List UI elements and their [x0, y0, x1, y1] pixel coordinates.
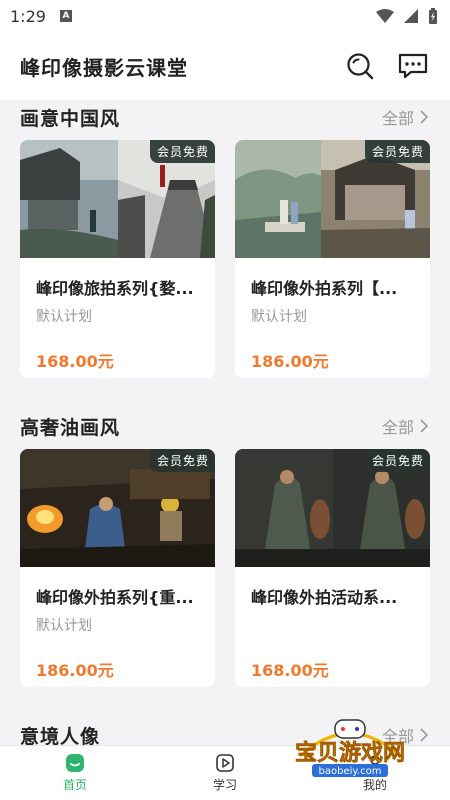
app-title: 峰印像摄影云课堂 — [20, 55, 188, 80]
section-header: 意境人像 全部 — [0, 718, 450, 745]
course-price: 186.00元 — [36, 661, 114, 680]
course-title: 峰印像外拍系列【... — [251, 279, 398, 298]
section-title: 意境人像 — [20, 725, 101, 746]
search-icon[interactable] — [346, 52, 374, 80]
see-all-link[interactable]: 全部 — [382, 414, 428, 438]
nav-home[interactable]: 首页 — [0, 746, 150, 800]
course-card[interactable]: 会员免费 峰印像外拍活动系... 168.00元 — [235, 449, 430, 687]
chevron-right-icon — [420, 728, 428, 742]
section-title: 高奢油画风 — [20, 416, 121, 439]
section-header: 高奢油画风 全部 — [0, 409, 450, 443]
section-oil-painting-style: 高奢油画风 全部 — [0, 409, 450, 443]
see-all-label: 全部 — [381, 418, 414, 437]
course-price: 168.00元 — [251, 661, 329, 680]
course-plan: 默认计划 — [251, 309, 307, 325]
course-thumbnail: 会员免费 — [235, 449, 430, 567]
nav-home-label: 首页 — [62, 778, 87, 792]
status-icons — [376, 8, 438, 24]
battery-icon — [429, 8, 437, 24]
member-free-badge: 会员免费 — [364, 140, 430, 163]
member-free-badge: 会员免费 — [364, 449, 430, 472]
chevron-right-icon — [420, 419, 428, 433]
nav-profile-label: 我的 — [362, 778, 387, 792]
nav-study-label: 学习 — [212, 778, 237, 792]
course-thumbnail: 会员免费 — [235, 140, 430, 258]
course-plan: 默认计划 — [36, 309, 92, 325]
course-plan — [235, 608, 430, 633]
course-price: 186.00元 — [251, 352, 329, 371]
notification-icon: A — [59, 10, 72, 22]
section-artistic-portrait: 意境人像 全部 — [0, 718, 450, 745]
status-bar: 1:29 A — [0, 0, 450, 32]
section-chinese-style: 画意中国风 全部 — [0, 100, 450, 134]
course-card[interactable]: 会员免费 峰印像旅拍系列{婺... 默认计划 168.00元 — [20, 140, 215, 378]
user-icon — [367, 755, 383, 772]
course-thumbnail: 会员免费 — [20, 449, 215, 567]
course-card[interactable]: 会员免费 峰印像外拍系列{重... 默认计划 186.00元 — [20, 449, 215, 687]
section-header: 画意中国风 全部 — [0, 100, 450, 134]
signal-icon — [404, 9, 418, 23]
bottom-nav: 首页 学习 我的 — [0, 745, 450, 800]
wifi-icon — [376, 9, 394, 23]
chevron-right-icon — [420, 110, 428, 124]
header-actions — [346, 52, 428, 80]
app-header: 峰印像摄影云课堂 — [0, 32, 450, 100]
see-all-link[interactable]: 全部 — [382, 723, 428, 745]
see-all-label: 全部 — [381, 727, 414, 745]
course-title: 峰印像外拍活动系... — [251, 588, 398, 607]
content-scroll[interactable]: 画意中国风 全部 会员免费 峰印像旅拍系列{婺... 默认计划 168.00元 … — [0, 100, 450, 745]
see-all-link[interactable]: 全部 — [382, 105, 428, 129]
member-free-badge: 会员免费 — [149, 140, 215, 163]
course-plan: 默认计划 — [36, 618, 92, 634]
status-time: 1:29 — [10, 6, 46, 26]
member-free-badge: 会员免费 — [149, 449, 215, 472]
home-icon — [66, 754, 84, 772]
course-card[interactable]: 会员免费 峰印像外拍系列【... 默认计划 186.00元 — [235, 140, 430, 378]
see-all-label: 全部 — [381, 109, 414, 128]
course-title: 峰印像外拍系列{重... — [36, 588, 194, 607]
play-icon — [216, 754, 234, 772]
course-thumbnail: 会员免费 — [20, 140, 215, 258]
message-icon[interactable] — [398, 52, 428, 80]
course-title: 峰印像旅拍系列{婺... — [36, 279, 194, 298]
nav-profile[interactable]: 我的 — [300, 746, 450, 800]
nav-study[interactable]: 学习 — [150, 746, 300, 800]
course-price: 168.00元 — [36, 352, 114, 371]
section-title: 画意中国风 — [20, 107, 121, 130]
